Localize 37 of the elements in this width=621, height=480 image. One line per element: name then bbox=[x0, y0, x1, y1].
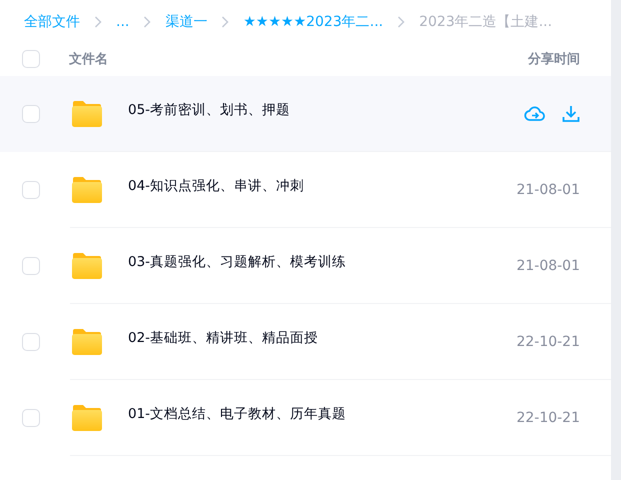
file-row[interactable]: 01-文档总结、电子教材、历年真题 22-10-21 bbox=[0, 380, 611, 456]
breadcrumb-link[interactable]: 2023年二造【土建... bbox=[419, 13, 552, 31]
row-checkbox[interactable] bbox=[22, 181, 40, 199]
chevron-icon bbox=[94, 16, 102, 28]
file-name: 01-文档总结、电子教材、历年真题 bbox=[128, 405, 348, 423]
folder-icon bbox=[71, 176, 103, 204]
file-name: 05-考前密训、划书、押题 bbox=[128, 101, 292, 119]
column-header[interactable]: 文件名 bbox=[69, 50, 528, 68]
file-row[interactable]: 04-知识点强化、串讲、冲刺 21-08-01 bbox=[0, 152, 611, 228]
download-icon[interactable] bbox=[560, 103, 582, 125]
breadcrumb-link[interactable]: ★★★★★2023年二... bbox=[243, 13, 384, 31]
folder-icon bbox=[71, 252, 103, 280]
row-checkbox[interactable] bbox=[22, 409, 40, 427]
breadcrumb-link[interactable]: 渠道一 bbox=[165, 13, 208, 31]
row-checkbox[interactable] bbox=[22, 333, 40, 351]
file-row[interactable]: 03-真题强化、习题解析、模考训练 21-08-01 bbox=[0, 228, 611, 304]
file-row[interactable]: 02-基础班、精讲班、精品面授 22-10-21 bbox=[0, 304, 611, 380]
share-date: 22-10-21 bbox=[516, 410, 580, 426]
share-date: 21-08-01 bbox=[516, 258, 580, 274]
share-date: 21-08-01 bbox=[516, 182, 580, 198]
breadcrumb-link[interactable]: ... bbox=[116, 14, 130, 30]
chevron-icon bbox=[221, 16, 230, 28]
chevron-icon bbox=[397, 16, 406, 28]
breadcrumb-link[interactable]: 全部文件 bbox=[24, 13, 80, 31]
file-name: 02-基础班、精讲班、精品面授 bbox=[128, 329, 320, 347]
share-date: 22-10-21 bbox=[516, 334, 580, 350]
file-name: 04-知识点强化、串讲、冲刺 bbox=[128, 177, 306, 195]
row-checkbox[interactable] bbox=[22, 257, 40, 275]
chevron-icon bbox=[143, 16, 152, 28]
folder-icon bbox=[71, 100, 103, 128]
folder-icon bbox=[71, 328, 103, 356]
column-header[interactable]: 分享时间 bbox=[528, 50, 580, 68]
select-all-checkbox[interactable] bbox=[22, 50, 40, 68]
folder-icon bbox=[71, 404, 103, 432]
file-row[interactable]: 05-考前密训、划书、押题 bbox=[0, 76, 611, 152]
file-name: 03-真题强化、习题解析、模考训练 bbox=[128, 253, 348, 271]
row-checkbox[interactable] bbox=[22, 105, 40, 123]
